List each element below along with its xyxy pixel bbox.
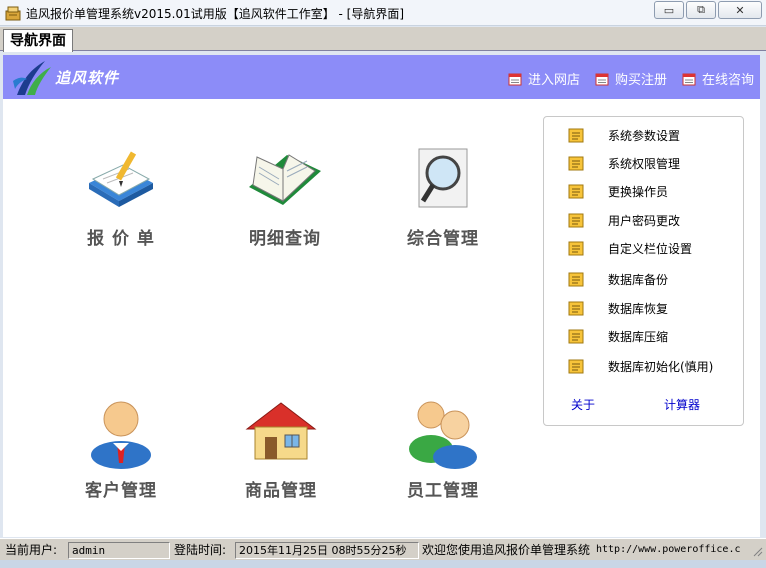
restore-button[interactable]: ⧉: [686, 1, 716, 19]
desktop-strip: [0, 560, 766, 568]
login-time-label: 登陆时间:: [174, 543, 227, 557]
notepad-icon: [568, 184, 584, 199]
menu-item-label: 更换操作员: [608, 184, 669, 199]
window-title: 追风报价单管理系统v2015.01试用版【追风软件工作室】 - [导航界面]: [26, 7, 405, 21]
module-goods-management[interactable]: 商品管理: [221, 399, 341, 501]
menu-item-switch-operator[interactable]: 更换操作员: [568, 181, 668, 201]
magnifier-icon: [418, 148, 468, 208]
menu-item-db-restore[interactable]: 数据库恢复: [568, 298, 668, 318]
login-time-value: 2015年11月25日 08时55分25秒: [235, 542, 419, 559]
menu-item-label: 系统权限管理: [608, 156, 681, 171]
notepad-icon: [568, 156, 584, 171]
open-book-icon: [249, 154, 321, 205]
module-customer-management-label: 客户管理: [85, 481, 157, 501]
minimize-icon: ▭: [663, 3, 675, 17]
module-general-management-label: 综合管理: [407, 229, 479, 249]
header-banner: 追风软件 进入网店 购买注册 在线咨询: [3, 55, 760, 99]
menu-item-db-backup[interactable]: 数据库备份: [568, 269, 668, 289]
employees-icon: [409, 401, 477, 469]
menu-item-label: 数据库初始化(慎用): [608, 359, 714, 374]
menu-item-change-password[interactable]: 用户密码更改: [568, 210, 680, 230]
module-general-management[interactable]: 综合管理: [383, 147, 503, 249]
title-bar: 追风报价单管理系统v2015.01试用版【追风软件工作室】 - [导航界面] ▭…: [0, 0, 766, 26]
menu-item-db-initialize[interactable]: 数据库初始化(慎用): [568, 356, 713, 376]
close-button[interactable]: ✕: [718, 1, 762, 19]
enter-shop-label: 进入网店: [528, 73, 581, 88]
module-employee-management-label: 员工管理: [407, 481, 479, 501]
system-menu-panel: 系统参数设置 系统权限管理 更换操作员 用户密码更改 自定义栏位设置 数据库备份…: [543, 116, 744, 426]
calendar-icon: [682, 73, 696, 85]
tab-strip: 导航界面: [0, 27, 766, 52]
logo-icon: [13, 61, 51, 95]
notepad-icon: [568, 272, 584, 287]
notepad-icon: [568, 301, 584, 316]
menu-item-label: 系统参数设置: [608, 128, 681, 143]
module-goods-management-label: 商品管理: [245, 481, 317, 501]
module-quote-label: 报 价 单: [87, 229, 155, 249]
module-quote[interactable]: 报 价 单: [61, 147, 181, 249]
online-consult-label: 在线咨询: [702, 73, 755, 88]
notepad-icon: [568, 329, 584, 344]
menu-item-label: 数据库恢复: [608, 301, 669, 316]
menu-item-label: 数据库压缩: [608, 329, 669, 344]
menu-item-label: 用户密码更改: [608, 213, 681, 228]
restore-icon: ⧉: [697, 3, 705, 16]
welcome-message: 欢迎您使用追风报价单管理系统: [422, 543, 591, 557]
menu-item-label: 自定义栏位设置: [608, 241, 693, 256]
current-user-label: 当前用户:: [5, 543, 58, 557]
tab-navigation[interactable]: 导航界面: [3, 29, 73, 52]
house-icon: [245, 402, 317, 460]
app-icon: [5, 6, 21, 21]
module-employee-management[interactable]: 员工管理: [383, 399, 503, 501]
about-link[interactable]: 关于: [571, 396, 595, 413]
resize-grip-icon[interactable]: [751, 545, 763, 557]
menu-item-permissions[interactable]: 系统权限管理: [568, 153, 680, 173]
menu-item-system-params[interactable]: 系统参数设置: [568, 125, 680, 145]
website-url: http://www.poweroffice.c: [596, 544, 741, 555]
status-bar: 当前用户: admin 登陆时间: 2015年11月25日 08时55分25秒 …: [0, 538, 766, 560]
online-consult-link[interactable]: 在线咨询: [682, 69, 754, 88]
notepad-icon: [568, 359, 584, 374]
module-detail-query[interactable]: 明细查询: [225, 147, 345, 249]
notepad-icon: [568, 241, 584, 256]
menu-item-db-compress[interactable]: 数据库压缩: [568, 326, 668, 346]
enter-shop-link[interactable]: 进入网店: [508, 69, 580, 88]
current-user-value: admin: [68, 542, 170, 559]
calculator-link[interactable]: 计算器: [664, 396, 700, 413]
calendar-icon: [595, 73, 609, 85]
notepad-icon: [568, 213, 584, 228]
purchase-register-link[interactable]: 购买注册: [595, 69, 667, 88]
menu-item-label: 数据库备份: [608, 272, 669, 287]
calendar-icon: [508, 73, 522, 85]
quote-document-icon: [89, 151, 153, 207]
module-customer-management[interactable]: 客户管理: [61, 399, 181, 501]
main-content: 报 价 单 明细查询 综合管理 客户管理 商品管理 员工管理 系统参数设置 系统…: [3, 99, 760, 537]
module-detail-query-label: 明细查询: [249, 229, 321, 249]
notepad-icon: [568, 128, 584, 143]
purchase-register-label: 购买注册: [615, 73, 668, 88]
menu-item-custom-columns[interactable]: 自定义栏位设置: [568, 238, 692, 258]
close-icon: ✕: [735, 3, 745, 17]
customer-icon: [91, 401, 151, 469]
logo-text: 追风软件: [55, 69, 120, 87]
minimize-button[interactable]: ▭: [654, 1, 684, 19]
